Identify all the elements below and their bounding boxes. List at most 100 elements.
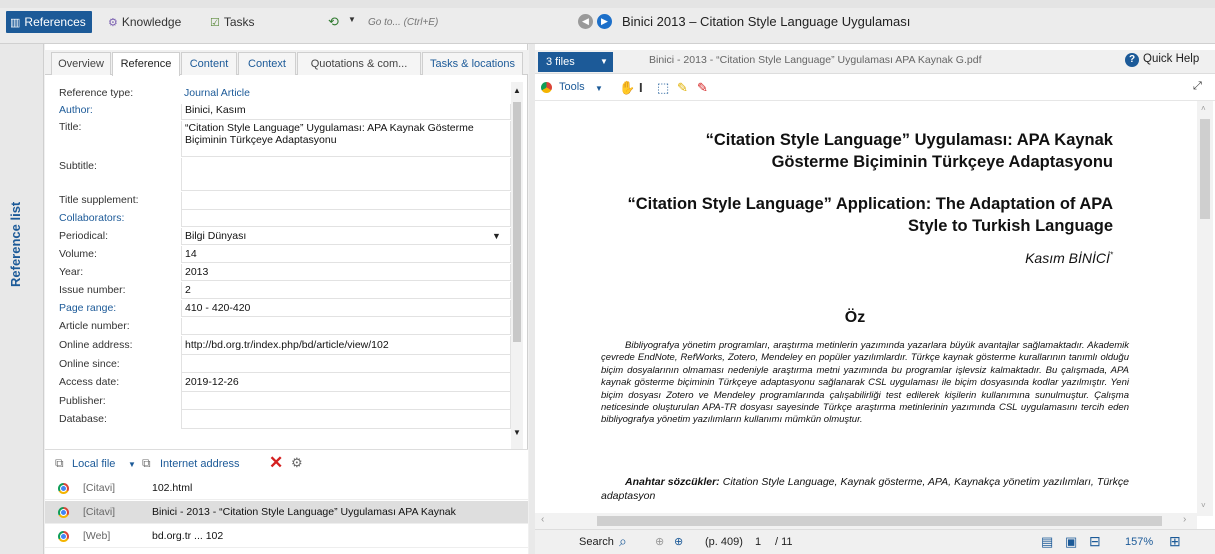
scroll-down-icon[interactable]: ▼: [513, 428, 521, 437]
location-name: Binici - 2013 - “Citation Style Language…: [152, 506, 456, 518]
chevron-down-icon[interactable]: ▼: [128, 460, 136, 469]
pdf-page[interactable]: “Citation Style Language” Uygulaması: AP…: [535, 101, 1195, 513]
next-page-icon[interactable]: ⊕: [674, 535, 683, 548]
title-field[interactable]: “Citation Style Language” Uygulaması: AP…: [181, 121, 511, 157]
window-strip: [0, 0, 1215, 8]
page-reference: (p. 409): [705, 536, 743, 548]
volume-field[interactable]: 14: [181, 246, 511, 263]
article-number-field[interactable]: [181, 318, 511, 335]
references-button[interactable]: ▥ References: [6, 11, 92, 33]
goto-box: ⟲ ▼: [326, 12, 598, 32]
page-number-input[interactable]: 1: [755, 536, 761, 548]
files-dropdown[interactable]: 3 files ▼: [538, 52, 613, 72]
knowledge-button[interactable]: ⚙ Knowledge: [104, 11, 187, 33]
fit-page-icon[interactable]: ▣: [1065, 534, 1077, 550]
author-label-link[interactable]: Author:: [59, 104, 179, 116]
references-label: References: [24, 15, 86, 29]
internet-address-icon[interactable]: ⧉: [142, 456, 151, 471]
scroll-up-icon[interactable]: ˄: [1201, 104, 1206, 113]
zoom-out-icon[interactable]: ⊟: [1089, 533, 1101, 550]
forward-icon[interactable]: ▶: [597, 14, 612, 29]
highlight-icon[interactable]: ✎: [677, 80, 688, 96]
list-item[interactable]: [Citavi] Binici - 2013 - “Citation Style…: [45, 501, 528, 524]
publisher-field[interactable]: [181, 392, 511, 410]
local-file-icon[interactable]: ⧉: [55, 456, 64, 471]
internet-address-button[interactable]: Internet address: [160, 458, 240, 470]
field-year: Year: 2013: [59, 264, 511, 281]
tasks-button[interactable]: ☑ Tasks: [206, 11, 261, 33]
reference-list-label[interactable]: Reference list: [8, 184, 28, 304]
tab-content[interactable]: Content: [181, 52, 237, 75]
field-label: Access date:: [59, 376, 120, 388]
page-range-label-link[interactable]: Page range:: [59, 302, 179, 314]
fields-scrollbar[interactable]: ▲ ▼: [511, 82, 523, 482]
scroll-left-icon[interactable]: ‹: [541, 514, 544, 525]
field-volume: Volume: 14: [59, 246, 511, 263]
reference-fields: Reference type: Journal Article Author: …: [45, 76, 515, 476]
scroll-right-icon[interactable]: ›: [1183, 514, 1186, 525]
location-source: [Citavi]: [83, 482, 116, 494]
history-icon[interactable]: ⟲: [328, 14, 339, 30]
chevron-down-icon: ▼: [600, 57, 608, 66]
page-range-field[interactable]: 410 - 420-420: [181, 300, 511, 317]
tab-tasks-locations[interactable]: Tasks & locations: [422, 52, 523, 75]
search-label[interactable]: Search: [579, 536, 614, 548]
chevron-down-icon[interactable]: ▼: [348, 15, 356, 24]
back-icon[interactable]: ◀: [578, 14, 593, 29]
delete-icon[interactable]: ✕: [269, 453, 283, 473]
title-supplement-field[interactable]: [181, 192, 511, 210]
online-since-field[interactable]: [181, 355, 511, 373]
settings-icon[interactable]: ⚙: [291, 455, 303, 471]
tab-overview[interactable]: Overview: [51, 52, 111, 75]
reference-list-rail[interactable]: Reference list: [0, 44, 44, 554]
quick-help-button[interactable]: ? Quick Help: [1125, 53, 1199, 67]
search-icon[interactable]: ⌕: [619, 533, 627, 550]
list-item[interactable]: [Citavi] 102.html: [45, 477, 528, 500]
select-area-icon[interactable]: ⬚: [657, 80, 669, 96]
fit-width-icon[interactable]: ▤: [1041, 534, 1053, 550]
scrollbar-thumb[interactable]: [1200, 119, 1210, 219]
pdf-horizontal-scrollbar[interactable]: ‹ ›: [535, 513, 1197, 529]
document-title-en: “Citation Style Language” Application: T…: [627, 195, 1113, 235]
tab-context[interactable]: Context: [238, 52, 296, 75]
scroll-down-icon[interactable]: ˅: [1201, 501, 1206, 510]
database-field[interactable]: [181, 410, 511, 429]
author-name: Kasım BİNİCİ: [1025, 250, 1110, 266]
scrollbar-thumb[interactable]: [597, 516, 1162, 526]
author-field[interactable]: Binici, Kasım: [181, 104, 511, 120]
access-date-field[interactable]: 2019-12-26: [181, 373, 511, 392]
zoom-in-icon[interactable]: ⊞: [1169, 533, 1181, 550]
field-label: Year:: [59, 266, 84, 278]
reference-type-link[interactable]: Journal Article: [181, 87, 511, 103]
local-file-button[interactable]: Local file: [72, 458, 115, 470]
field-article-number: Article number:: [59, 318, 511, 335]
pdf-vertical-scrollbar[interactable]: ˄ ˅: [1197, 101, 1213, 516]
red-pen-icon[interactable]: ✎: [697, 80, 708, 96]
collaborators-label-link[interactable]: Collaborators:: [59, 212, 179, 224]
select-text-icon[interactable]: I: [639, 80, 643, 95]
tab-quotations[interactable]: Quotations & com...: [297, 52, 421, 75]
chevron-down-icon[interactable]: ▼: [595, 84, 603, 93]
tools-button[interactable]: Tools: [559, 81, 585, 93]
previous-page-icon[interactable]: ⊕: [655, 535, 664, 548]
issue-number-field[interactable]: 2: [181, 282, 511, 299]
field-issue-number: Issue number: 2: [59, 282, 511, 299]
periodical-field[interactable]: Bilgi Dünyası: [181, 228, 511, 245]
list-item[interactable]: [Web] bd.org.tr ... 102: [45, 525, 528, 548]
location-name: 102.html: [152, 482, 193, 494]
chevron-down-icon[interactable]: ▼: [492, 231, 501, 241]
scroll-up-icon[interactable]: ▲: [513, 86, 521, 95]
zoom-level[interactable]: 157%: [1125, 536, 1153, 548]
subtitle-field[interactable]: [181, 158, 511, 191]
fullscreen-icon[interactable]: ⤢: [1193, 80, 1202, 93]
scrollbar-thumb[interactable]: [513, 102, 521, 342]
online-address-field[interactable]: http://bd.org.tr/index.php/bd/article/vi…: [181, 336, 511, 355]
hand-tool-icon[interactable]: ✋: [619, 80, 635, 96]
goto-input[interactable]: [368, 12, 598, 32]
main-toolbar: ▥References ⚙Knowledge ☑Tasks ⟲ ▼ ◀ ▶ Bi…: [0, 0, 1215, 44]
abstract-heading: Öz: [844, 309, 866, 326]
year-field[interactable]: 2013: [181, 264, 511, 281]
field-label: Online address:: [59, 339, 133, 351]
tab-reference[interactable]: Reference: [112, 52, 180, 76]
collaborators-field[interactable]: [181, 210, 511, 227]
